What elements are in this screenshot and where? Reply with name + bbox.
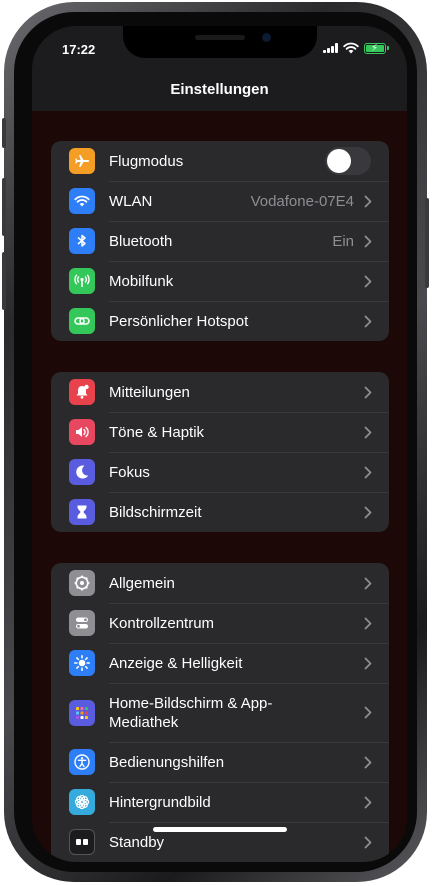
notch <box>123 26 317 58</box>
speaker-icon <box>69 419 95 445</box>
chevron-right-icon <box>364 657 372 669</box>
settings-row-screen-time[interactable]: Bildschirmzeit <box>51 492 389 532</box>
earpiece-speaker <box>195 35 245 40</box>
settings-row-home-screen[interactable]: Home-Bildschirm & App-Mediathek <box>51 683 389 742</box>
settings-row-mobile-data[interactable]: Mobilfunk <box>51 261 389 301</box>
row-label: Töne & Haptik <box>109 423 205 441</box>
status-icons: ⚡ <box>323 42 389 54</box>
cellular-signal-icon <box>323 43 338 53</box>
screen: 17:22 ⚡ Einstellungen Flugmodus WLAN Vod… <box>32 26 407 862</box>
settings-row-control-center[interactable]: Kontrollzentrum <box>51 603 389 643</box>
chevron-right-icon <box>364 466 372 478</box>
hotspot-link-icon <box>69 308 95 334</box>
chevron-right-icon <box>364 235 372 247</box>
airplane-icon <box>69 148 95 174</box>
row-label: Kontrollzentrum <box>109 614 215 632</box>
settings-row-sounds[interactable]: Töne & Haptik <box>51 412 389 452</box>
row-label: Flugmodus <box>109 152 184 170</box>
row-label: Anzeige & Helligkeit <box>109 654 243 672</box>
connectivity-group: Flugmodus WLAN Vodafone-07E4 Bluetooth E… <box>51 141 389 341</box>
flower-icon <box>69 789 95 815</box>
row-label: Bedienungshilfen <box>109 753 225 771</box>
hourglass-icon <box>69 499 95 525</box>
row-label: Standby <box>109 833 165 851</box>
gear-icon <box>69 570 95 596</box>
front-camera <box>262 33 271 42</box>
wlan-network-value: Vodafone-07E4 <box>250 192 354 210</box>
row-label: Bluetooth <box>109 232 173 250</box>
phone-frame: 17:22 ⚡ Einstellungen Flugmodus WLAN Vod… <box>2 2 429 882</box>
settings-row-focus[interactable]: Fokus <box>51 452 389 492</box>
settings-row-hotspot[interactable]: Persönlicher Hotspot <box>51 301 389 341</box>
wifi-status-icon <box>343 42 359 54</box>
bell-icon <box>69 379 95 405</box>
row-label: Persönlicher Hotspot <box>109 312 249 330</box>
switches-icon <box>69 610 95 636</box>
row-label: Bildschirmzeit <box>109 503 202 521</box>
row-label: Mitteilungen <box>109 383 190 401</box>
sun-icon <box>69 650 95 676</box>
row-label: Allgemein <box>109 574 175 592</box>
chevron-right-icon <box>364 315 372 327</box>
standby-icon <box>69 829 95 855</box>
home-indicator[interactable] <box>153 827 287 832</box>
settings-row-bluetooth[interactable]: Bluetooth Ein <box>51 221 389 261</box>
battery-charging-icon: ⚡ <box>364 42 386 54</box>
general-group: Allgemein Kontrollzentrum Anzeige & Hell… <box>51 563 389 862</box>
row-label: Mobilfunk <box>109 272 174 290</box>
bluetooth-status-value: Ein <box>332 232 354 250</box>
chevron-right-icon <box>364 836 372 848</box>
chevron-right-icon <box>364 756 372 768</box>
row-label: Home-Bildschirm & App-Mediathek <box>109 694 273 731</box>
chevron-right-icon <box>364 195 372 207</box>
airplane-mode-toggle[interactable] <box>325 147 371 175</box>
notifications-group: Mitteilungen Töne & Haptik Fokus Bildsch… <box>51 372 389 532</box>
settings-row-general[interactable]: Allgemein <box>51 563 389 603</box>
settings-row-notifications[interactable]: Mitteilungen <box>51 372 389 412</box>
accessibility-icon <box>69 749 95 775</box>
row-label: WLAN <box>109 192 153 210</box>
bluetooth-icon <box>69 228 95 254</box>
app-grid-icon <box>69 699 95 726</box>
volume-down-button <box>2 252 6 310</box>
status-time: 17:22 <box>62 42 96 57</box>
wifi-icon <box>69 188 95 214</box>
chevron-right-icon <box>364 506 372 518</box>
chevron-right-icon <box>364 577 372 589</box>
settings-row-display[interactable]: Anzeige & Helligkeit <box>51 643 389 683</box>
chevron-right-icon <box>364 275 372 287</box>
moon-icon <box>69 459 95 485</box>
settings-row-airplane-mode[interactable]: Flugmodus <box>51 141 389 181</box>
row-label: Hintergrundbild <box>109 793 211 811</box>
settings-row-accessibility[interactable]: Bedienungshilfen <box>51 742 389 782</box>
row-label: Fokus <box>109 463 150 481</box>
chevron-right-icon <box>364 706 372 719</box>
chevron-right-icon <box>364 386 372 398</box>
settings-row-wallpaper[interactable]: Hintergrundbild <box>51 782 389 822</box>
antenna-icon <box>69 268 95 294</box>
settings-row-wlan[interactable]: WLAN Vodafone-07E4 <box>51 181 389 221</box>
battery-tip <box>387 46 389 50</box>
chevron-right-icon <box>364 796 372 808</box>
chevron-right-icon <box>364 617 372 629</box>
action-button <box>2 118 6 148</box>
chevron-right-icon <box>364 426 372 438</box>
toggle-knob <box>327 149 351 173</box>
volume-up-button <box>2 178 6 236</box>
side-button <box>425 198 429 288</box>
page-title: Einstellungen <box>170 81 269 98</box>
